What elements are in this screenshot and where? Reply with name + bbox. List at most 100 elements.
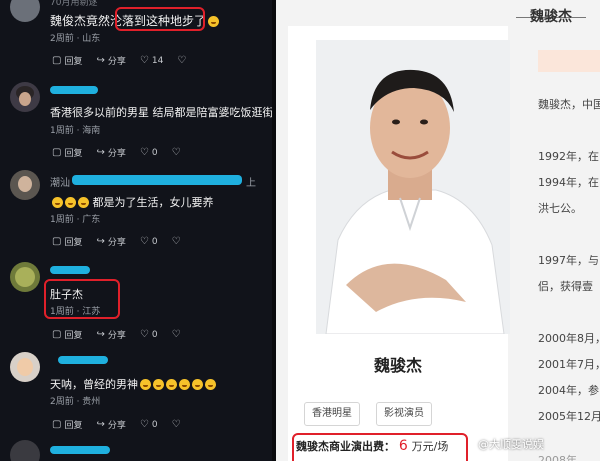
like-button[interactable]: ♡ 0 (140, 329, 158, 340)
broken-heart-icon: ♡ (177, 55, 187, 66)
bio-line: 2000年8月， (538, 332, 600, 345)
comment-icon: ▢ (52, 419, 62, 430)
reply-button[interactable]: ▢ 回复 (52, 146, 82, 159)
like-button[interactable]: ♡ 0 (140, 419, 158, 430)
portrait-illustration (316, 40, 510, 334)
profile-name: 魏骏杰 (373, 356, 422, 375)
share-button[interactable]: ↪ 分享 (96, 418, 125, 431)
bio-line: 魏骏杰，中国 (538, 98, 600, 111)
heart-icon: ♡ (139, 419, 149, 430)
profile-card (288, 26, 510, 461)
laugh-emoji-icon (208, 16, 220, 27)
reply-button[interactable]: ▢ 回复 (52, 328, 82, 341)
comment-actions: ▢ 回复 ↪ 分享 ♡ 14 ♡ (52, 54, 186, 67)
laugh-emoji-icon (166, 379, 177, 390)
laugh-emoji-icon (153, 379, 164, 390)
redacted-name (50, 266, 90, 274)
comment-feed: 70月用剔逐 魏俊杰竟然沦落到这种地步了 2周前 · 山东 ▢ 回复 ↪ 分享 ♡ 1… (0, 0, 272, 461)
laugh-emoji-icon (179, 379, 190, 390)
reply-label: 回复 (64, 421, 83, 431)
heart-icon: ♡ (139, 55, 149, 66)
comment-icon: ▢ (52, 147, 62, 158)
highlight-box (115, 7, 205, 31)
share-label: 分享 (107, 149, 126, 159)
page-title: 魏骏杰 (530, 9, 572, 25)
comment-text: 都是为了生活，女儿要养 (50, 194, 214, 210)
laugh-emoji-icon (78, 197, 89, 208)
dislike-button[interactable]: ♡ (172, 419, 181, 430)
avatar[interactable] (10, 440, 40, 461)
tag-actor[interactable]: 影视演员 (376, 402, 432, 426)
broken-heart-icon: ♡ (171, 329, 181, 340)
share-button[interactable]: ↪ 分享 (96, 235, 125, 248)
comment-actions: ▢ 回复 ↪ 分享 ♡ 0 ♡ (52, 146, 181, 159)
avatar-face (18, 176, 32, 192)
bio-line: 1997年，与 (538, 254, 599, 267)
share-icon: ↪ (96, 147, 105, 158)
avatar[interactable] (10, 170, 40, 200)
redacted-name (72, 175, 242, 185)
highlight-box (292, 433, 468, 461)
comment-author: 潮汕 (50, 178, 70, 189)
redacted-name (50, 446, 110, 454)
comment-text: 天呐，曾经的男神 (50, 376, 216, 392)
like-count: 0 (151, 329, 158, 340)
laugh-emoji-icon (52, 197, 63, 208)
bio-line: 1992年，在 (538, 150, 599, 163)
dislike-button[interactable]: ♡ (172, 236, 181, 247)
broken-heart-icon: ♡ (171, 147, 181, 158)
comment-meta: 2周前 · 贵州 (50, 397, 101, 407)
comment-icon: ▢ (52, 55, 62, 66)
comment-header: 70月用剔逐 (50, 0, 98, 8)
broken-heart-icon: ♡ (171, 419, 181, 430)
reply-label: 回复 (64, 149, 83, 159)
avatar-face (17, 358, 33, 376)
like-button[interactable]: ♡ 0 (140, 147, 158, 158)
reply-label: 回复 (64, 331, 83, 341)
laugh-emoji-icon (140, 379, 151, 390)
reply-label: 回复 (64, 57, 83, 67)
broken-heart-icon: ♡ (171, 236, 181, 247)
avatar-face (19, 92, 31, 106)
comment-actions: ▢ 回复 ↪ 分享 ♡ 0 ♡ (52, 328, 181, 341)
comment-actions: ▢ 回复 ↪ 分享 ♡ 0 ♡ (52, 418, 181, 431)
comment-meta: 2周前 · 山东 (50, 34, 101, 44)
profile-photo[interactable] (316, 40, 510, 334)
bio-line: 1994年，在 (538, 176, 599, 189)
comment-icon: ▢ (52, 236, 62, 247)
dislike-button[interactable]: ♡ (172, 147, 181, 158)
reply-button[interactable]: ▢ 回复 (52, 235, 82, 248)
bio-line: 2008年 (538, 454, 577, 461)
share-icon: ↪ (96, 236, 105, 247)
share-button[interactable]: ↪ 分享 (96, 328, 125, 341)
redacted-name (50, 86, 98, 94)
avatar[interactable] (10, 262, 40, 292)
avatar[interactable] (10, 82, 40, 112)
comment-actions: ▢ 回复 ↪ 分享 ♡ 0 ♡ (52, 235, 181, 248)
bio-line: 2004年，参 (538, 384, 599, 397)
dislike-button[interactable]: ♡ (177, 55, 186, 66)
share-icon: ↪ (96, 55, 105, 66)
profile-page: 魏骏杰 魏骏杰 香港明星 影视演员 魏骏杰商业演出费： 6 万元/场 魏骏杰，中… (276, 0, 600, 461)
like-button[interactable]: ♡ 14 (140, 55, 163, 66)
bio-line: 2001年7月， (538, 358, 600, 371)
tag-hk-star[interactable]: 香港明星 (304, 402, 360, 426)
avatar-image (15, 267, 35, 287)
like-button[interactable]: ♡ 0 (140, 236, 158, 247)
dislike-button[interactable]: ♡ (172, 329, 181, 340)
like-count: 0 (151, 419, 158, 430)
share-icon: ↪ (96, 419, 105, 430)
bio-line: 洪七公。 (538, 202, 582, 215)
reply-button[interactable]: ▢ 回复 (52, 54, 82, 67)
avatar[interactable] (10, 0, 40, 22)
share-icon: ↪ (96, 329, 105, 340)
bio-line: 侣，获得壹 (538, 280, 593, 293)
laugh-emoji-icon (205, 379, 216, 390)
comment-meta: 1周前 · 海南 (50, 126, 101, 136)
share-button[interactable]: ↪ 分享 (96, 146, 125, 159)
share-label: 分享 (107, 238, 126, 248)
reply-button[interactable]: ▢ 回复 (52, 418, 82, 431)
avatar[interactable] (10, 352, 40, 382)
share-button[interactable]: ↪ 分享 (96, 54, 125, 67)
watermark: @大顺雯说娱 (478, 438, 544, 451)
